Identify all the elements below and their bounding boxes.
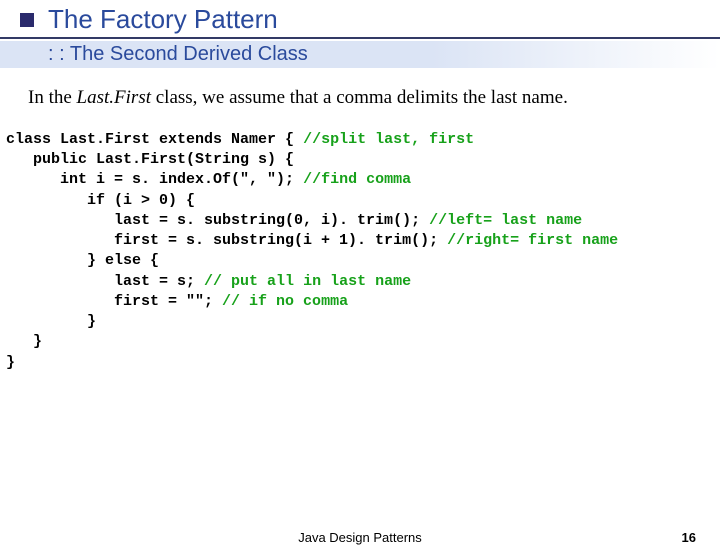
code-l5c: //left= last name bbox=[429, 212, 582, 229]
code-l2: public Last.First(String s) { bbox=[6, 151, 294, 168]
code-l6a: first = s. substring(i + 1). trim(); bbox=[6, 232, 447, 249]
code-l10: } bbox=[6, 313, 96, 330]
title-bar: The Factory Pattern bbox=[0, 0, 720, 37]
code-l6c: //right= first name bbox=[447, 232, 618, 249]
slide-subtitle: : : The Second Derived Class bbox=[48, 43, 720, 66]
code-l1c: //split last, first bbox=[303, 131, 474, 148]
code-l8c: // put all in last name bbox=[204, 273, 411, 290]
code-l9c: // if no comma bbox=[222, 293, 348, 310]
code-l5a: last = s. substring(0, i). trim(); bbox=[6, 212, 429, 229]
code-l7: } else { bbox=[6, 252, 159, 269]
code-l11: } bbox=[6, 333, 42, 350]
title-underline bbox=[0, 37, 720, 39]
para-post: class, we assume that a comma delimits t… bbox=[151, 87, 568, 108]
subtitle-bar: : : The Second Derived Class bbox=[0, 41, 720, 68]
slide-title: The Factory Pattern bbox=[48, 4, 278, 35]
code-l4: if (i > 0) { bbox=[6, 192, 195, 209]
title-bullet bbox=[20, 13, 34, 27]
code-l8a: last = s; bbox=[6, 273, 204, 290]
code-l9a: first = ""; bbox=[6, 293, 222, 310]
body-paragraph: In the Last.First class, we assume that … bbox=[28, 86, 692, 110]
code-l1a: class Last.First extends Namer { bbox=[6, 131, 303, 148]
page-number: 16 bbox=[682, 530, 696, 545]
code-l3c: //find comma bbox=[303, 171, 411, 188]
code-l12: } bbox=[6, 354, 15, 371]
footer-title: Java Design Patterns bbox=[298, 530, 422, 545]
code-block: class Last.First extends Namer { //split… bbox=[6, 130, 720, 373]
para-em: Last.First bbox=[77, 87, 151, 108]
code-l3a: int i = s. index.Of(", "); bbox=[6, 171, 303, 188]
para-pre: In the bbox=[28, 87, 77, 108]
